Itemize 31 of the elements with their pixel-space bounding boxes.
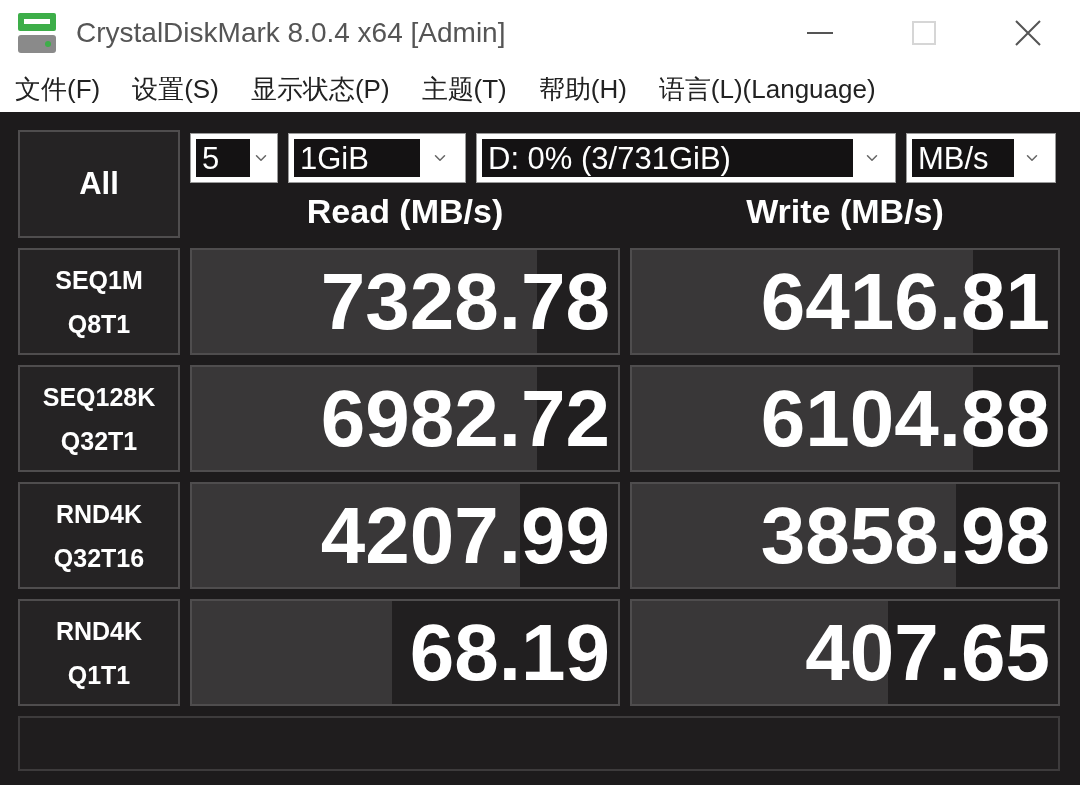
score-value: 68.19 [409, 612, 610, 693]
test-button[interactable]: SEQ128K Q32T1 [18, 365, 180, 472]
menu-item[interactable]: 主题(T) [421, 75, 507, 102]
score-value: 407.65 [805, 612, 1050, 693]
test-button[interactable]: RND4K Q32T16 [18, 482, 180, 589]
maximize-icon [912, 20, 936, 45]
close-icon [1015, 19, 1041, 46]
dropdown[interactable]: MB/s [906, 133, 1056, 183]
comment-field[interactable] [18, 716, 1060, 771]
minimize-icon [807, 31, 833, 34]
disk-drive-icon [18, 12, 56, 53]
menu-item[interactable]: 设置(S) [132, 75, 219, 102]
score-value: 6982.72 [320, 378, 610, 459]
dropdown[interactable]: D: 0% (3/731GiB) [476, 133, 896, 183]
dropdown[interactable]: 1GiB [288, 133, 466, 183]
score-value: 3858.98 [760, 495, 1050, 576]
score-value: 4207.99 [320, 495, 610, 576]
test-button[interactable]: RND4K Q1T1 [18, 599, 180, 706]
menu-item[interactable]: 显示状态(P) [250, 75, 390, 102]
menu-item[interactable]: 语言(L)(Language) [658, 75, 876, 102]
test-button[interactable]: SEQ1M Q8T1 [18, 248, 180, 355]
menu-item[interactable]: 帮助(H) [538, 75, 627, 102]
score-value: 6104.88 [760, 378, 1050, 459]
window-title: CrystalDiskMark 8.0.4 x64 [Admin] [76, 15, 506, 50]
all-button[interactable]: All [18, 130, 180, 238]
column-header: Read (MB/s) [306, 193, 504, 228]
menu-item[interactable]: 文件(F) [15, 75, 101, 102]
dropdown[interactable]: 5 [190, 133, 278, 183]
score-value: 7328.78 [320, 261, 610, 342]
column-header: Write (MB/s) [746, 193, 944, 228]
score-value: 6416.81 [760, 261, 1050, 342]
